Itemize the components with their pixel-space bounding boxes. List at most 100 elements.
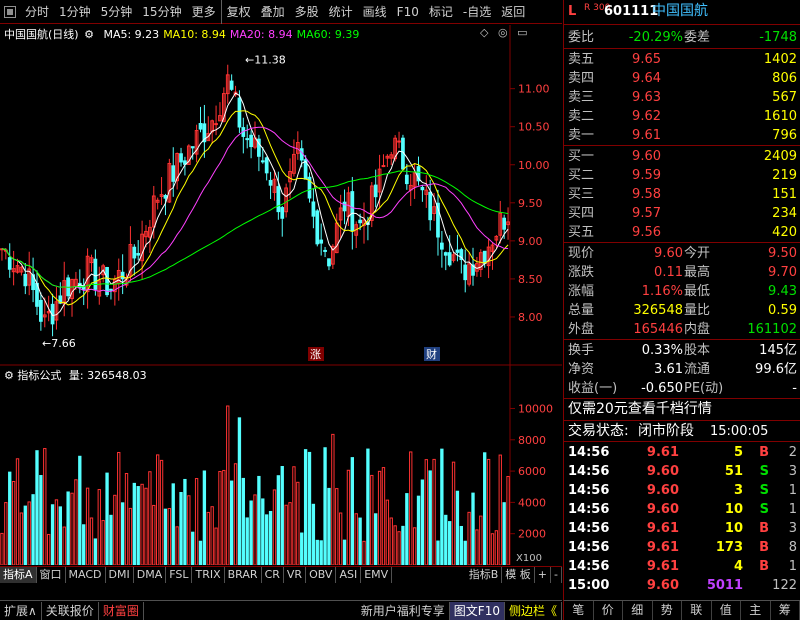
toolbar-item[interactable]: 统计 xyxy=(324,0,358,24)
panel-tab[interactable]: 主 xyxy=(741,601,771,620)
tick-row: 14:56 9.61 5 B 2 xyxy=(564,443,800,462)
buy-row[interactable]: 买四 9.57 234 xyxy=(564,204,800,223)
buy-row[interactable]: 买五 9.56 420 xyxy=(564,223,800,242)
sell-row[interactable]: 卖一 9.61 796 xyxy=(564,126,800,145)
kline-chart[interactable]: 11.00 10.50 10.00 9.50 9.00 8.50 8.00 10000 8000… xyxy=(0,25,562,565)
stat-label: PE(动) xyxy=(684,381,724,396)
stat-label: 收益(一) xyxy=(568,381,618,396)
panel-tab[interactable]: 值 xyxy=(712,601,741,620)
indicator-tab[interactable]: 窗口 xyxy=(37,567,66,583)
candle-body xyxy=(327,258,331,267)
volume-bar xyxy=(428,470,432,565)
toolbar-item[interactable]: F10 xyxy=(392,0,424,24)
toolbar-item[interactable]: 多股 xyxy=(290,0,324,24)
volume-bar xyxy=(8,471,12,565)
buy-row[interactable]: 买二 9.59 219 xyxy=(564,166,800,185)
promo-text[interactable]: 仅需20元查看千档行情 xyxy=(568,400,712,419)
order-label: 买三 xyxy=(568,187,595,202)
panel-tab[interactable]: 细 xyxy=(623,601,653,620)
indicator-tab[interactable]: - xyxy=(551,567,562,583)
toolbar-item[interactable]: 复权 xyxy=(220,0,256,24)
settings-icon[interactable]: ⚙ xyxy=(4,369,14,382)
volume-bar xyxy=(191,531,195,565)
indicator-tab[interactable]: CR xyxy=(262,567,284,583)
buy-row[interactable]: 买三 9.58 151 xyxy=(564,185,800,204)
price-tick-label: 9.00 xyxy=(518,235,543,248)
indicator-tab[interactable]: DMI xyxy=(106,567,134,583)
panel-tab[interactable]: 筹 xyxy=(771,601,800,620)
bottom-tab[interactable]: 侧边栏《 xyxy=(505,601,562,620)
volume-bar xyxy=(117,451,121,565)
volume-bar xyxy=(163,508,168,565)
maximize-icon[interactable]: ▭ xyxy=(517,26,527,39)
tick-volume: 5 xyxy=(733,445,743,460)
panel-tab[interactable]: 价 xyxy=(594,601,623,620)
indicator-tab[interactable]: 指标B xyxy=(466,567,503,583)
price-tick-label: 9.50 xyxy=(518,197,543,210)
sell-row[interactable]: 卖二 9.62 1610 xyxy=(564,107,800,126)
indicator-tab[interactable]: OBV xyxy=(306,567,337,583)
bottom-tab[interactable]: 新用户福利专享 xyxy=(357,601,450,620)
sell-row[interactable]: 卖四 9.64 806 xyxy=(564,69,800,88)
toolbar-item[interactable]: 15分钟 xyxy=(137,0,186,24)
indicator-tab[interactable]: VR xyxy=(284,567,307,583)
toolbar-item[interactable]: 叠加 xyxy=(256,0,290,24)
toolbar-item[interactable]: 标记 xyxy=(424,0,458,24)
panel-tab[interactable]: 笔 xyxy=(564,601,594,620)
volume-bar xyxy=(335,488,339,565)
indicator-tab[interactable]: DMA xyxy=(134,567,167,583)
toolbar-item[interactable]: 返回 xyxy=(496,0,530,24)
bottom-tab[interactable]: 关联报价 xyxy=(42,601,99,620)
volume-bar xyxy=(171,483,175,565)
candle-body xyxy=(214,123,218,126)
settings-icon[interactable]: ⚙ xyxy=(84,28,94,41)
panel-tab[interactable]: 联 xyxy=(682,601,712,620)
toolbar-item[interactable]: 1分钟 xyxy=(54,0,96,24)
order-volume: 796 xyxy=(772,128,797,143)
toolbar-item[interactable]: -自选 xyxy=(458,0,496,24)
volume-bar xyxy=(97,489,101,565)
sell-row[interactable]: 卖三 9.63 567 xyxy=(564,88,800,107)
panel-tab[interactable]: 势 xyxy=(653,601,682,620)
buy-row[interactable]: 买一 9.60 2409 xyxy=(564,147,800,166)
indicator-tab[interactable]: + xyxy=(535,567,552,583)
candle-body xyxy=(440,242,444,250)
indicator-tab[interactable]: BRAR xyxy=(225,567,262,583)
indicator-tab[interactable]: FSL xyxy=(166,567,193,583)
volume-bar xyxy=(128,507,133,565)
candle-body xyxy=(323,249,327,252)
promo-row[interactable]: 仅需20元查看千档行情 xyxy=(564,400,800,419)
tick-volume: 10 xyxy=(724,502,743,517)
bottom-tab[interactable]: 扩展∧ xyxy=(0,601,42,620)
volume-bar xyxy=(381,467,386,565)
toolbar-item[interactable]: 画线 xyxy=(358,0,392,24)
quote-value: 165446 xyxy=(633,322,683,337)
dropdown-icon[interactable]: ◎ xyxy=(498,26,508,39)
indicator-tab[interactable]: 模 板 xyxy=(502,567,535,583)
indicator-tab[interactable]: EMV xyxy=(361,567,393,583)
tick-volume: 5011 xyxy=(706,578,743,593)
indicator-tab[interactable]: ASI xyxy=(336,567,362,583)
bottom-tab[interactable]: 财富圈 xyxy=(99,601,144,620)
volume-tick-label: 6000 xyxy=(518,465,546,478)
bottom-tab[interactable]: 图文F10 xyxy=(449,601,505,620)
toolbar-item[interactable]: 分时 xyxy=(20,0,54,24)
sell-row[interactable]: 卖五 9.65 1402 xyxy=(564,50,800,69)
candle-body xyxy=(428,191,433,221)
grid-icon[interactable] xyxy=(4,5,16,18)
volume-bar xyxy=(85,487,90,565)
volume-tick-label: 10000 xyxy=(518,402,553,415)
indicator-tab[interactable]: 指标A xyxy=(0,567,37,583)
quote-label: 外盘 xyxy=(568,322,595,337)
volume-bar xyxy=(346,469,351,565)
diamond-icon[interactable]: ◇ xyxy=(480,26,488,39)
indicator-tab[interactable]: TRIX xyxy=(192,567,225,583)
indicator-tab[interactable]: MACD xyxy=(66,567,106,583)
indicator-tab[interactable] xyxy=(392,567,466,583)
tick-side: B xyxy=(759,540,769,555)
volume-bar xyxy=(245,517,249,565)
toolbar-item[interactable]: 5分钟 xyxy=(96,0,138,24)
toolbar-item[interactable]: 更多 xyxy=(187,0,221,24)
stat-label: 股本 xyxy=(684,343,711,358)
tick-row: 14:56 9.60 51 S 3 xyxy=(564,462,800,481)
